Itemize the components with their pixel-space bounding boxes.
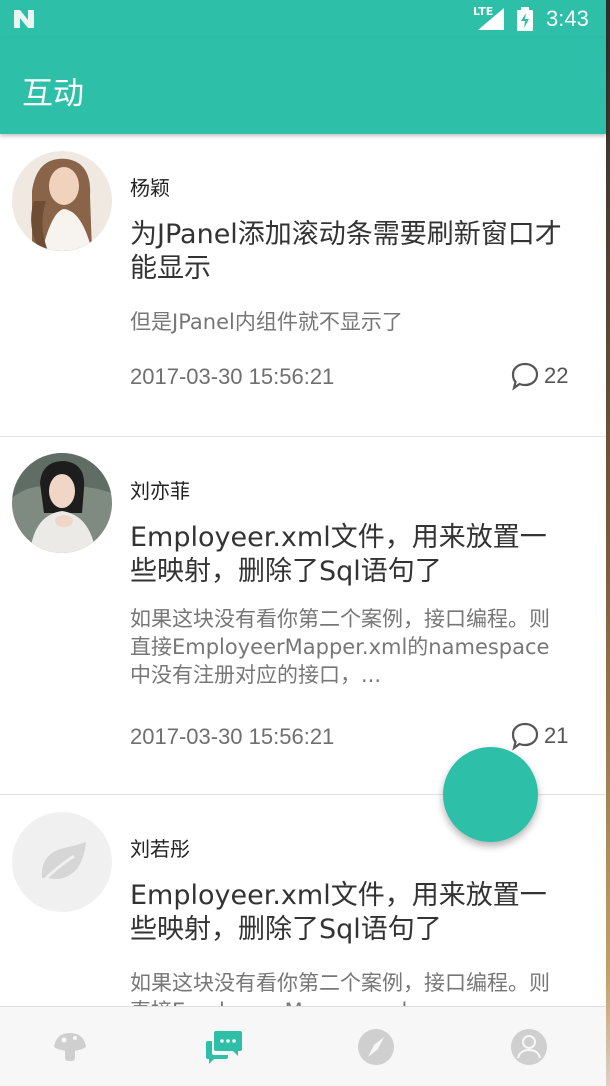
chat-bubbles-icon [206, 1031, 242, 1064]
post-title[interactable]: 为JPanel添加滚动条需要刷新窗口才能显示 [130, 218, 570, 286]
mushroom-icon [54, 1033, 86, 1061]
post-card[interactable]: 杨颖 为JPanel添加滚动条需要刷新窗口才能显示 但是JPanel内组件就不显… [0, 134, 606, 437]
nav-item-home[interactable] [50, 1027, 90, 1067]
avatar[interactable] [12, 812, 112, 912]
post-card[interactable]: 刘亦菲 Employeer.xml文件，用来放置一些映射，删除了Sql语句了 如… [0, 437, 606, 795]
page-title: 互动 [22, 76, 84, 112]
post-date: 2017-03-30 15:56:21 [130, 364, 335, 389]
user-photo-icon [12, 151, 112, 251]
nav-item-interact[interactable] [204, 1027, 244, 1067]
post-list[interactable]: 杨颖 为JPanel添加滚动条需要刷新窗口才能显示 但是JPanel内组件就不显… [0, 134, 606, 1006]
comment-count: 21 [544, 723, 569, 748]
avatar[interactable] [12, 453, 112, 553]
author-name: 刘若彤 [130, 837, 190, 861]
signal-icon [478, 8, 504, 30]
comment-icon [511, 362, 539, 391]
android-n-icon [14, 10, 34, 28]
post-title[interactable]: Employeer.xml文件，用来放置一些映射，删除了Sql语句了 [130, 879, 570, 947]
status-bar: LTE 3:43 [0, 0, 606, 38]
battery-icon [517, 7, 533, 31]
avatar[interactable] [12, 151, 112, 251]
author-name: 杨颖 [130, 176, 170, 200]
author-name: 刘亦菲 [130, 479, 190, 503]
compass-icon [358, 1029, 394, 1065]
comment-icon [511, 722, 539, 751]
post-snippet: 如果这块没有看你第二个案例，接口编程。则直接EmployeerMapper.xm… [130, 971, 550, 1006]
nav-item-profile[interactable] [509, 1027, 549, 1067]
nav-item-discover[interactable] [356, 1027, 396, 1067]
post-date: 2017-03-30 15:56:21 [130, 724, 335, 749]
comment-button[interactable]: 22 [510, 361, 568, 391]
status-time: 3:43 [546, 6, 589, 31]
app-bar: 互动 [0, 38, 606, 134]
post-snippet: 但是JPanel内组件就不显示了 [130, 310, 403, 334]
post-snippet: 如果这块没有看你第二个案例，接口编程。则直接EmployeerMapper.xm… [130, 607, 550, 687]
user-photo-icon [12, 453, 112, 553]
screen-edge [606, 0, 610, 1086]
comment-count: 22 [544, 363, 569, 388]
post-title[interactable]: Employeer.xml文件，用来放置一些映射，删除了Sql语句了 [130, 521, 570, 589]
leaf-icon [40, 842, 86, 884]
bottom-navigation [0, 1006, 606, 1086]
comment-button[interactable]: 21 [510, 721, 568, 751]
profile-icon [511, 1029, 547, 1065]
floating-action-button[interactable] [443, 747, 538, 842]
